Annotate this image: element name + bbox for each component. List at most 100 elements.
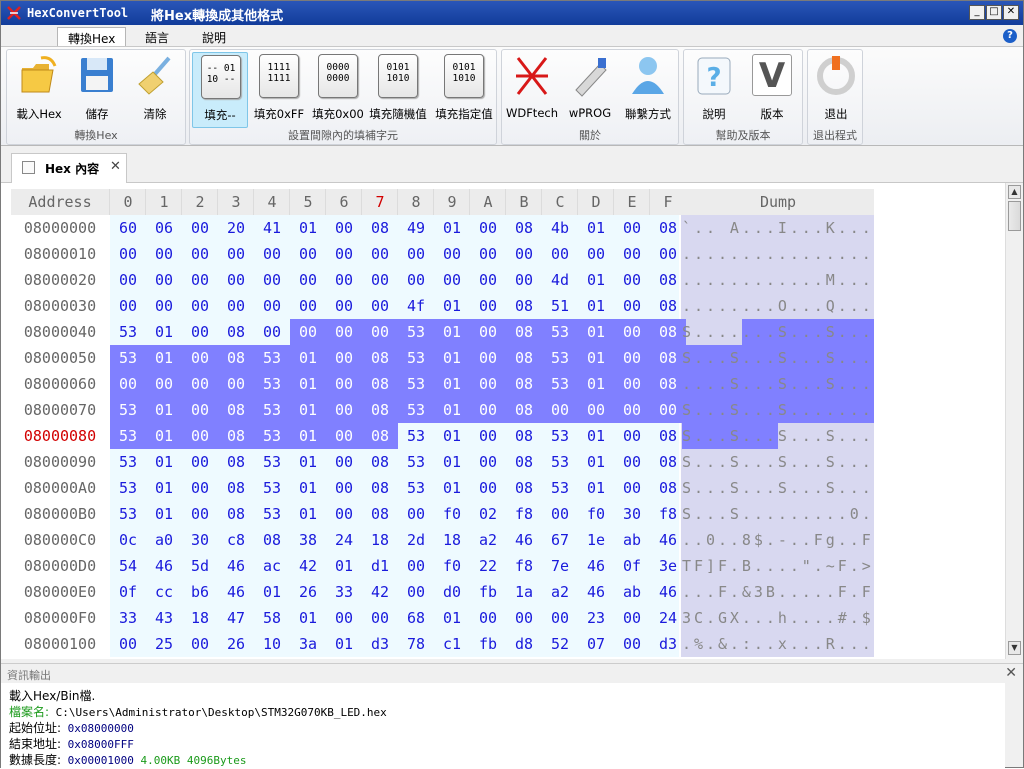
hex-byte-cell[interactable]: 46 xyxy=(218,579,254,605)
hex-byte-cell[interactable]: 08 xyxy=(650,319,686,345)
hex-byte-cell[interactable]: 42 xyxy=(290,553,326,579)
hex-byte-cell[interactable]: 30 xyxy=(182,527,218,553)
hex-byte-cell[interactable]: 08 xyxy=(650,423,686,449)
hex-byte-cell[interactable]: 08 xyxy=(650,371,686,397)
hex-byte-cell[interactable]: 00 xyxy=(110,293,146,319)
hex-byte-cell[interactable]: 0c xyxy=(110,527,146,553)
hex-byte-cell[interactable]: 00 xyxy=(578,241,614,267)
hex-byte-cell[interactable]: 52 xyxy=(542,631,578,657)
dump-cell[interactable]: `.. A...I...K... xyxy=(682,215,874,241)
hex-byte-cell[interactable]: 53 xyxy=(254,397,290,423)
hex-byte-cell[interactable]: 08 xyxy=(218,397,254,423)
hex-byte-cell[interactable]: 00 xyxy=(614,397,650,423)
hex-byte-cell[interactable]: 00 xyxy=(326,475,362,501)
hex-byte-cell[interactable]: 53 xyxy=(542,319,578,345)
hex-byte-cell[interactable]: 46 xyxy=(146,553,182,579)
hex-byte-cell[interactable]: 1a xyxy=(506,579,542,605)
hex-byte-cell[interactable]: 53 xyxy=(254,423,290,449)
hex-byte-cell[interactable]: 51 xyxy=(542,293,578,319)
hex-byte-cell[interactable]: 08 xyxy=(218,345,254,371)
hex-byte-cell[interactable]: 0f xyxy=(614,553,650,579)
hex-byte-cell[interactable]: 08 xyxy=(506,293,542,319)
dump-cell[interactable]: S...S.........0. xyxy=(682,501,874,527)
scroll-thumb[interactable] xyxy=(1008,201,1021,231)
hex-byte-cell[interactable]: 49 xyxy=(398,215,434,241)
hex-byte-cell[interactable]: 20 xyxy=(218,215,254,241)
hex-byte-cell[interactable]: 01 xyxy=(146,475,182,501)
hex-byte-cell[interactable]: f0 xyxy=(434,501,470,527)
dump-cell[interactable]: S.......S...S... xyxy=(682,319,874,345)
hex-byte-cell[interactable]: 08 xyxy=(650,267,686,293)
hex-byte-cell[interactable]: 01 xyxy=(290,501,326,527)
hex-byte-cell[interactable]: 10 xyxy=(254,631,290,657)
hex-byte-cell[interactable]: 00 xyxy=(290,319,326,345)
hex-byte-cell[interactable]: c1 xyxy=(434,631,470,657)
hex-byte-cell[interactable]: 00 xyxy=(614,215,650,241)
hex-byte-cell[interactable]: 02 xyxy=(470,501,506,527)
hex-byte-cell[interactable]: 18 xyxy=(182,605,218,631)
hex-byte-cell[interactable]: 08 xyxy=(650,449,686,475)
hex-byte-cell[interactable]: 00 xyxy=(326,241,362,267)
dump-cell[interactable]: ....S...S...S... xyxy=(682,371,874,397)
hex-byte-cell[interactable]: 00 xyxy=(182,345,218,371)
hex-byte-cell[interactable]: 00 xyxy=(470,241,506,267)
hex-byte-cell[interactable]: 00 xyxy=(614,449,650,475)
hex-byte-cell[interactable]: 00 xyxy=(182,241,218,267)
hex-byte-cell[interactable]: 00 xyxy=(614,605,650,631)
hex-byte-cell[interactable]: 26 xyxy=(290,579,326,605)
hex-byte-cell[interactable]: 00 xyxy=(362,267,398,293)
hex-byte-cell[interactable]: 00 xyxy=(326,423,362,449)
hex-byte-cell[interactable]: 53 xyxy=(398,345,434,371)
hex-byte-cell[interactable]: 33 xyxy=(326,579,362,605)
hex-byte-cell[interactable]: 01 xyxy=(578,293,614,319)
hex-byte-cell[interactable]: 00 xyxy=(218,267,254,293)
hex-byte-cell[interactable]: 01 xyxy=(326,553,362,579)
hex-byte-cell[interactable]: 08 xyxy=(506,423,542,449)
hex-byte-cell[interactable]: ab xyxy=(614,527,650,553)
hex-byte-cell[interactable]: 00 xyxy=(470,215,506,241)
hex-byte-cell[interactable]: 00 xyxy=(218,293,254,319)
tab-help[interactable]: 說明 xyxy=(192,27,236,47)
hex-byte-cell[interactable]: 00 xyxy=(218,371,254,397)
hex-byte-cell[interactable]: 01 xyxy=(146,319,182,345)
tab-close-icon[interactable]: ✕ xyxy=(110,159,121,174)
hex-byte-cell[interactable]: 00 xyxy=(182,449,218,475)
hex-byte-cell[interactable]: 46 xyxy=(650,579,686,605)
hex-byte-cell[interactable]: 00 xyxy=(614,631,650,657)
hex-byte-cell[interactable]: 00 xyxy=(362,241,398,267)
load-hex-button[interactable]: 載入Hex xyxy=(11,52,67,128)
hex-byte-cell[interactable]: 53 xyxy=(542,345,578,371)
hex-byte-cell[interactable]: 00 xyxy=(434,267,470,293)
hex-byte-cell[interactable]: 08 xyxy=(506,345,542,371)
hex-byte-cell[interactable]: 01 xyxy=(146,501,182,527)
hex-byte-cell[interactable]: 00 xyxy=(218,241,254,267)
hex-byte-cell[interactable]: 00 xyxy=(650,397,686,423)
hex-byte-cell[interactable]: 00 xyxy=(614,293,650,319)
hex-byte-cell[interactable]: 00 xyxy=(362,319,398,345)
hex-byte-cell[interactable]: 08 xyxy=(650,215,686,241)
hex-byte-cell[interactable]: a2 xyxy=(470,527,506,553)
hex-byte-cell[interactable]: d8 xyxy=(506,631,542,657)
hex-byte-cell[interactable]: 00 xyxy=(398,241,434,267)
hex-byte-cell[interactable]: 53 xyxy=(254,449,290,475)
dump-cell[interactable]: S...S...S...S... xyxy=(682,449,874,475)
hex-byte-cell[interactable]: 1e xyxy=(578,527,614,553)
hex-byte-cell[interactable]: d0 xyxy=(434,579,470,605)
hex-byte-cell[interactable]: 00 xyxy=(614,345,650,371)
scroll-down-arrow-icon[interactable]: ▼ xyxy=(1008,641,1021,655)
hex-byte-cell[interactable]: 41 xyxy=(254,215,290,241)
hex-byte-cell[interactable]: 01 xyxy=(434,605,470,631)
hex-byte-cell[interactable]: 42 xyxy=(362,579,398,605)
hex-byte-cell[interactable]: 00 xyxy=(398,501,434,527)
hex-byte-cell[interactable]: 01 xyxy=(434,475,470,501)
hex-byte-cell[interactable]: 00 xyxy=(470,475,506,501)
hex-byte-cell[interactable]: 00 xyxy=(182,397,218,423)
hex-byte-cell[interactable]: 01 xyxy=(146,423,182,449)
hex-byte-cell[interactable]: 08 xyxy=(650,475,686,501)
hex-byte-cell[interactable]: 53 xyxy=(398,423,434,449)
hex-byte-cell[interactable]: a0 xyxy=(146,527,182,553)
hex-byte-cell[interactable]: 53 xyxy=(110,345,146,371)
hex-byte-cell[interactable]: 00 xyxy=(470,345,506,371)
hex-byte-cell[interactable]: 0f xyxy=(110,579,146,605)
hex-byte-cell[interactable]: 25 xyxy=(146,631,182,657)
